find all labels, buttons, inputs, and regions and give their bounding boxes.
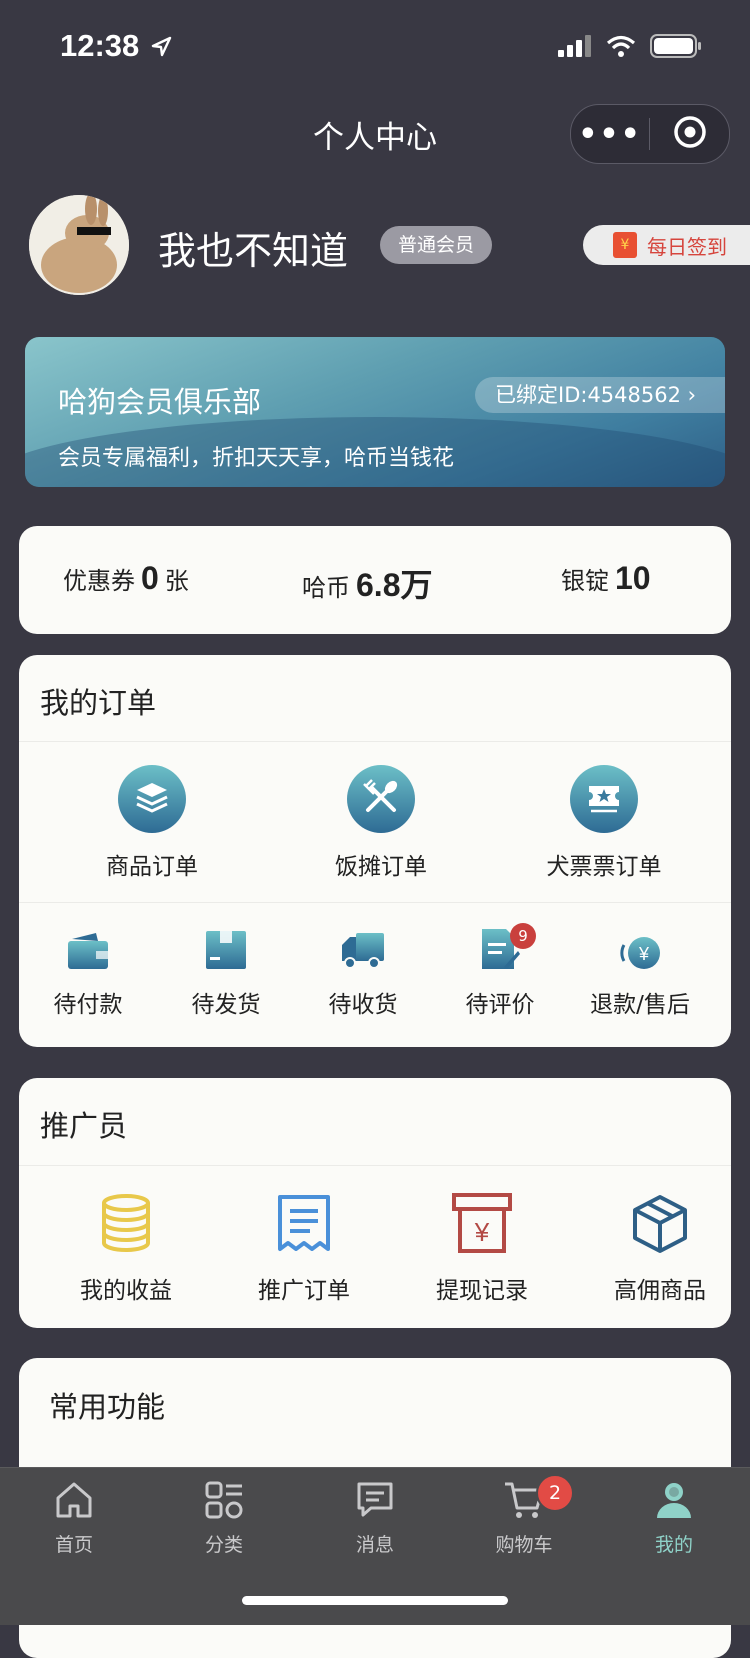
high-commission-button[interactable]: 高佣商品	[580, 1193, 740, 1305]
bound-id-link[interactable]: 已绑定ID:4548562 ›	[475, 377, 725, 413]
tab-category[interactable]: 分类	[164, 1480, 284, 1557]
vip-subtitle: 会员专属福利，折扣天天享，哈币当钱花	[58, 446, 455, 471]
coupon-stat[interactable]: 优惠券 0 张	[63, 560, 189, 597]
status-time: 12:38	[60, 28, 172, 66]
cart-count-badge: 2	[536, 1474, 574, 1512]
vip-club-banner[interactable]: 哈狗会员俱乐部 已绑定ID:4548562 › 会员专属福利，折扣天天享，哈币当…	[25, 337, 725, 487]
refund-icon: ¥	[618, 935, 662, 975]
divider	[19, 902, 731, 903]
username: 我也不知道	[158, 229, 349, 273]
coin-stat[interactable]: 哈币 6.8万	[302, 560, 439, 606]
promoter-card: 推广员 我的收益 推广订单 ¥ 提现记录 高佣商品	[19, 1078, 731, 1328]
target-icon	[672, 114, 708, 154]
truck-icon	[340, 931, 386, 975]
tab-home[interactable]: 首页	[14, 1480, 134, 1557]
close-miniprogram-button[interactable]	[650, 114, 729, 154]
common-title: 常用功能	[49, 1390, 166, 1424]
tab-cart[interactable]: 2 购物车	[464, 1474, 584, 1557]
goods-orders-button[interactable]: 商品订单	[52, 765, 252, 881]
ticket-orders-button[interactable]: 犬票票订单	[504, 765, 704, 881]
tab-mine[interactable]: 我的	[614, 1480, 734, 1557]
signal-icon	[558, 35, 592, 61]
divider	[19, 1165, 731, 1166]
avatar[interactable]	[29, 195, 129, 295]
svg-text:¥: ¥	[474, 1217, 490, 1247]
pending-payment-button[interactable]: 待付款	[18, 927, 158, 1019]
daily-checkin-button[interactable]: ¥ 每日签到	[583, 225, 750, 265]
withdraw-icon: ¥	[452, 1193, 512, 1255]
my-earnings-button[interactable]: 我的收益	[46, 1193, 206, 1305]
rabbit-avatar-icon	[29, 195, 129, 295]
message-icon	[355, 1480, 395, 1524]
home-icon	[54, 1480, 94, 1524]
battery-icon	[650, 34, 702, 62]
pending-review-button[interactable]: 9 待评价	[430, 923, 570, 1019]
red-envelope-icon: ¥	[613, 232, 637, 258]
member-level-badge: 普通会员	[380, 226, 493, 264]
promoter-title: 推广员	[40, 1109, 128, 1143]
pending-shipment-button[interactable]: 待发货	[156, 927, 296, 1019]
profile-icon	[654, 1480, 694, 1524]
tab-messages[interactable]: 消息	[315, 1480, 435, 1557]
coins-icon	[99, 1193, 153, 1255]
svg-text:¥: ¥	[638, 944, 650, 964]
vip-title: 哈狗会员俱乐部	[58, 385, 262, 419]
home-indicator	[242, 1596, 508, 1605]
pending-receipt-button[interactable]: 待收货	[293, 927, 433, 1019]
layers-icon	[132, 777, 172, 821]
utensils-icon	[360, 776, 402, 822]
box-icon	[631, 1193, 689, 1255]
silver-stat[interactable]: 银锭 10	[561, 560, 657, 597]
withdraw-records-button[interactable]: ¥ 提现记录	[402, 1193, 562, 1305]
wallet-icon	[66, 931, 110, 975]
divider	[19, 741, 731, 742]
ticket-icon	[583, 776, 625, 822]
my-orders-card: 我的订单 商品订单 饭摊订单 犬票票订单 待付款 待发货 待收货 9 待评价 ¥…	[19, 655, 731, 1047]
location-arrow-icon	[150, 30, 172, 66]
review-count-badge: 9	[510, 923, 536, 949]
refund-aftersale-button[interactable]: ¥ 退款/售后	[570, 927, 710, 1019]
category-icon	[204, 1480, 244, 1524]
receipt-icon	[276, 1193, 332, 1255]
promotion-orders-button[interactable]: 推广订单	[224, 1193, 384, 1305]
wifi-icon	[606, 35, 636, 61]
package-icon	[204, 929, 248, 975]
miniprogram-capsule: •••	[570, 104, 730, 164]
more-button[interactable]: •••	[571, 117, 649, 152]
status-icons	[558, 34, 702, 62]
food-orders-button[interactable]: 饭摊订单	[281, 765, 481, 881]
orders-title: 我的订单	[40, 686, 157, 720]
assets-card: 优惠券 0 张 哈币 6.8万 银锭 10	[19, 526, 731, 634]
checkin-label: 每日签到	[647, 234, 727, 259]
